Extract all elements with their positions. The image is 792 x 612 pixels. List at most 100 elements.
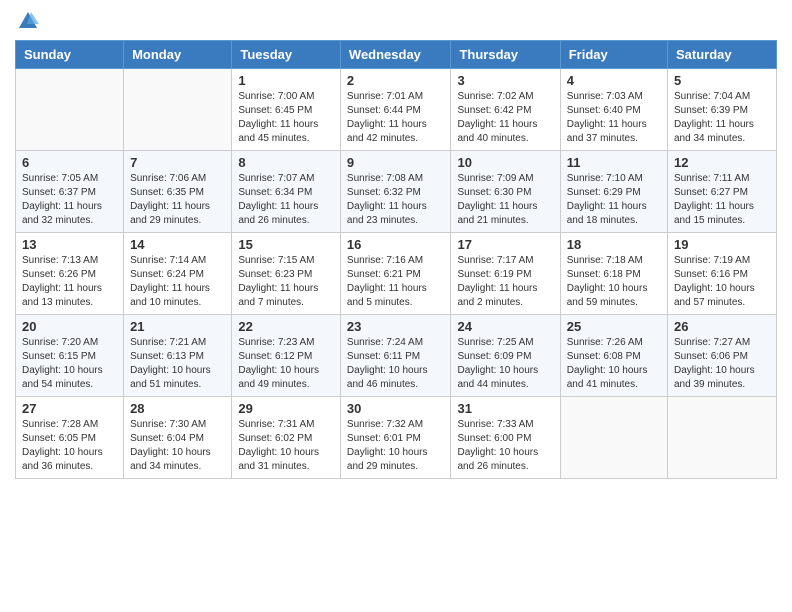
day-number: 26 [674, 319, 770, 334]
day-info: Sunrise: 7:15 AMSunset: 6:23 PMDaylight:… [238, 254, 334, 310]
calendar-cell: 18 Sunrise: 7:18 AMSunset: 6:18 PMDayligh… [560, 233, 667, 315]
day-number: 21 [130, 319, 225, 334]
calendar-cell: 6Sunrise: 7:05 AMSunset: 6:37 PMDaylight… [16, 151, 124, 233]
day-info: Sunrise: 7:10 AMSunset: 6:29 PMDaylight:… [567, 172, 661, 228]
day-info: Sunrise: 7:17 AMSunset: 6:19 PMDaylight:… [457, 254, 553, 310]
calendar-cell: 25 Sunrise: 7:26 AMSunset: 6:08 PMDayligh… [560, 315, 667, 397]
calendar-week-1: 1 Sunrise: 7:00 AMSunset: 6:45 PMDaylight… [16, 69, 777, 151]
day-number: 22 [238, 319, 334, 334]
day-info: Sunrise: 7:09 AMSunset: 6:30 PMDaylight:… [457, 172, 553, 228]
day-info: Sunrise: 7:02 AMSunset: 6:42 PMDaylight:… [457, 90, 553, 146]
calendar-cell: 10 Sunrise: 7:09 AMSunset: 6:30 PMDayligh… [451, 151, 560, 233]
calendar-week-4: 20 Sunrise: 7:20 AMSunset: 6:15 PMDayligh… [16, 315, 777, 397]
day-number: 25 [567, 319, 661, 334]
calendar-header-row: SundayMondayTuesdayWednesdayThursdayFrid… [16, 41, 777, 69]
calendar-cell: 11Sunrise: 7:10 AMSunset: 6:29 PMDayligh… [560, 151, 667, 233]
calendar-week-5: 27 Sunrise: 7:28 AMSunset: 6:05 PMDayligh… [16, 397, 777, 479]
day-number: 13 [22, 237, 117, 252]
calendar-cell: 16 Sunrise: 7:16 AMSunset: 6:21 PMDayligh… [340, 233, 451, 315]
day-info: Sunrise: 7:07 AMSunset: 6:34 PMDaylight:… [238, 172, 334, 228]
calendar-cell: 31 Sunrise: 7:33 AMSunset: 6:00 PMDayligh… [451, 397, 560, 479]
day-info: Sunrise: 7:06 AMSunset: 6:35 PMDaylight:… [130, 172, 225, 228]
day-info: Sunrise: 7:31 AMSunset: 6:02 PMDaylight:… [238, 418, 334, 474]
day-number: 18 [567, 237, 661, 252]
calendar-cell: 21 Sunrise: 7:21 AMSunset: 6:13 PMDayligh… [124, 315, 232, 397]
day-header-monday: Monday [124, 41, 232, 69]
day-number: 14 [130, 237, 225, 252]
day-header-friday: Friday [560, 41, 667, 69]
day-info: Sunrise: 7:20 AMSunset: 6:15 PMDaylight:… [22, 336, 117, 392]
day-info: Sunrise: 7:19 AMSunset: 6:16 PMDaylight:… [674, 254, 770, 310]
calendar-cell: 22 Sunrise: 7:23 AMSunset: 6:12 PMDayligh… [232, 315, 341, 397]
day-number: 23 [347, 319, 445, 334]
calendar-cell: 3 Sunrise: 7:02 AMSunset: 6:42 PMDaylight… [451, 69, 560, 151]
day-number: 1 [238, 73, 334, 88]
calendar-cell: 30 Sunrise: 7:32 AMSunset: 6:01 PMDayligh… [340, 397, 451, 479]
day-header-wednesday: Wednesday [340, 41, 451, 69]
calendar-cell: 28Sunrise: 7:30 AMSunset: 6:04 PMDayligh… [124, 397, 232, 479]
day-info: Sunrise: 7:01 AMSunset: 6:44 PMDaylight:… [347, 90, 445, 146]
day-header-saturday: Saturday [668, 41, 777, 69]
calendar-cell: 4 Sunrise: 7:03 AMSunset: 6:40 PMDaylight… [560, 69, 667, 151]
calendar-cell: 5 Sunrise: 7:04 AMSunset: 6:39 PMDaylight… [668, 69, 777, 151]
day-info: Sunrise: 7:00 AMSunset: 6:45 PMDaylight:… [238, 90, 334, 146]
day-header-thursday: Thursday [451, 41, 560, 69]
calendar-cell: 15 Sunrise: 7:15 AMSunset: 6:23 PMDayligh… [232, 233, 341, 315]
calendar-cell: 7 Sunrise: 7:06 AMSunset: 6:35 PMDaylight… [124, 151, 232, 233]
day-info: Sunrise: 7:23 AMSunset: 6:12 PMDaylight:… [238, 336, 334, 392]
day-info: Sunrise: 7:04 AMSunset: 6:39 PMDaylight:… [674, 90, 770, 146]
day-number: 30 [347, 401, 445, 416]
day-info: Sunrise: 7:33 AMSunset: 6:00 PMDaylight:… [457, 418, 553, 474]
calendar-cell: 17 Sunrise: 7:17 AMSunset: 6:19 PMDayligh… [451, 233, 560, 315]
calendar-cell: 14 Sunrise: 7:14 AMSunset: 6:24 PMDayligh… [124, 233, 232, 315]
day-number: 27 [22, 401, 117, 416]
day-number: 15 [238, 237, 334, 252]
day-number: 28 [130, 401, 225, 416]
calendar-cell: 26 Sunrise: 7:27 AMSunset: 6:06 PMDayligh… [668, 315, 777, 397]
day-number: 6 [22, 155, 117, 170]
calendar-cell: 19 Sunrise: 7:19 AMSunset: 6:16 PMDayligh… [668, 233, 777, 315]
day-number: 24 [457, 319, 553, 334]
calendar-table: SundayMondayTuesdayWednesdayThursdayFrid… [15, 40, 777, 479]
calendar-cell [668, 397, 777, 479]
calendar-cell: 23 Sunrise: 7:24 AMSunset: 6:11 PMDayligh… [340, 315, 451, 397]
day-number: 20 [22, 319, 117, 334]
day-number: 31 [457, 401, 553, 416]
calendar-cell: 9Sunrise: 7:08 AMSunset: 6:32 PMDaylight… [340, 151, 451, 233]
header [15, 10, 777, 32]
day-number: 5 [674, 73, 770, 88]
day-number: 7 [130, 155, 225, 170]
day-info: Sunrise: 7:18 AMSunset: 6:18 PMDaylight:… [567, 254, 661, 310]
calendar-cell [560, 397, 667, 479]
day-number: 9 [347, 155, 445, 170]
day-number: 2 [347, 73, 445, 88]
day-info: Sunrise: 7:03 AMSunset: 6:40 PMDaylight:… [567, 90, 661, 146]
day-info: Sunrise: 7:28 AMSunset: 6:05 PMDaylight:… [22, 418, 117, 474]
day-header-sunday: Sunday [16, 41, 124, 69]
day-number: 17 [457, 237, 553, 252]
calendar-cell: 13 Sunrise: 7:13 AMSunset: 6:26 PMDayligh… [16, 233, 124, 315]
page: SundayMondayTuesdayWednesdayThursdayFrid… [0, 0, 792, 489]
calendar-cell: 1 Sunrise: 7:00 AMSunset: 6:45 PMDaylight… [232, 69, 341, 151]
day-info: Sunrise: 7:32 AMSunset: 6:01 PMDaylight:… [347, 418, 445, 474]
calendar-cell: 24 Sunrise: 7:25 AMSunset: 6:09 PMDayligh… [451, 315, 560, 397]
day-info: Sunrise: 7:21 AMSunset: 6:13 PMDaylight:… [130, 336, 225, 392]
day-info: Sunrise: 7:14 AMSunset: 6:24 PMDaylight:… [130, 254, 225, 310]
day-info: Sunrise: 7:27 AMSunset: 6:06 PMDaylight:… [674, 336, 770, 392]
day-number: 19 [674, 237, 770, 252]
day-number: 4 [567, 73, 661, 88]
calendar-cell: 8Sunrise: 7:07 AMSunset: 6:34 PMDaylight… [232, 151, 341, 233]
day-info: Sunrise: 7:24 AMSunset: 6:11 PMDaylight:… [347, 336, 445, 392]
day-number: 3 [457, 73, 553, 88]
day-info: Sunrise: 7:11 AMSunset: 6:27 PMDaylight:… [674, 172, 770, 228]
day-number: 10 [457, 155, 553, 170]
day-number: 16 [347, 237, 445, 252]
day-info: Sunrise: 7:25 AMSunset: 6:09 PMDaylight:… [457, 336, 553, 392]
day-info: Sunrise: 7:16 AMSunset: 6:21 PMDaylight:… [347, 254, 445, 310]
day-info: Sunrise: 7:13 AMSunset: 6:26 PMDaylight:… [22, 254, 117, 310]
calendar-cell: 27 Sunrise: 7:28 AMSunset: 6:05 PMDayligh… [16, 397, 124, 479]
calendar-cell: 20 Sunrise: 7:20 AMSunset: 6:15 PMDayligh… [16, 315, 124, 397]
logo-icon [17, 10, 39, 32]
day-info: Sunrise: 7:26 AMSunset: 6:08 PMDaylight:… [567, 336, 661, 392]
calendar-cell: 29Sunrise: 7:31 AMSunset: 6:02 PMDayligh… [232, 397, 341, 479]
